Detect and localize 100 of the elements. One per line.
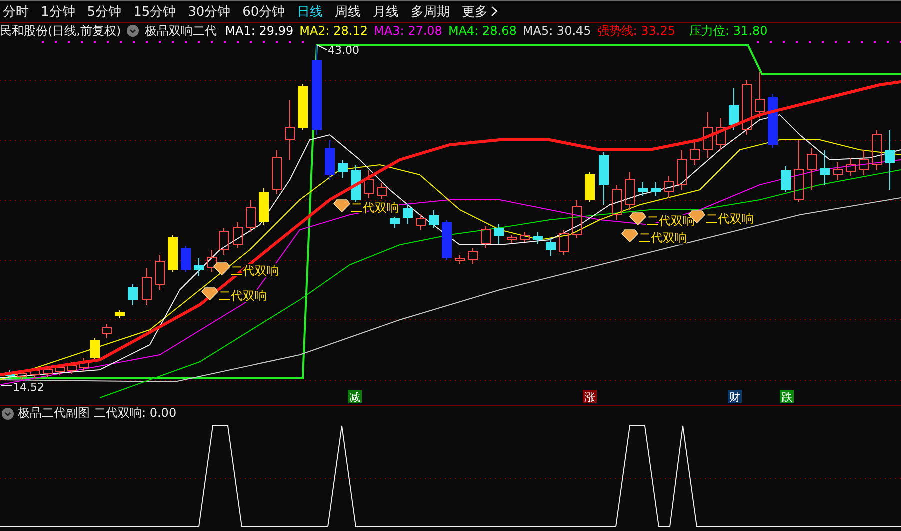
candlestick — [572, 200, 582, 238]
candlestick — [664, 176, 674, 198]
candlestick — [55, 364, 65, 376]
candlestick — [233, 222, 243, 248]
candlestick — [846, 158, 856, 176]
candlestick — [703, 112, 713, 158]
candlestick — [651, 182, 661, 196]
candlestick — [638, 182, 648, 196]
price-label: 14.52 — [0, 381, 44, 394]
price-label: 43.00 — [316, 44, 360, 57]
candlestick — [272, 150, 282, 194]
signal-label: 二代双响 — [706, 212, 754, 226]
dropdown-icon[interactable] — [127, 25, 140, 37]
more-button[interactable]: 更多 — [461, 2, 500, 20]
candlestick — [246, 200, 256, 232]
candlestick — [325, 140, 335, 180]
candlestick — [455, 254, 465, 264]
indicator-value: 强势线: 33.25 — [597, 22, 676, 40]
candlestick — [5, 370, 15, 380]
candlestick — [298, 84, 308, 130]
indicator-value: 压力位: 31.80 — [690, 22, 768, 40]
candlestick — [742, 80, 752, 136]
period-tab[interactable]: 5分钟 — [86, 2, 123, 20]
candlestick — [559, 230, 569, 256]
candlestick — [885, 130, 895, 190]
chart-title: 民和股份(日线,前复权) — [0, 22, 122, 40]
period-tab[interactable]: 月线 — [372, 2, 400, 20]
indicator-value: MA3: 27.08 — [374, 24, 442, 38]
candlestick — [219, 228, 229, 256]
candlestick — [403, 204, 413, 224]
candlestick — [690, 140, 700, 166]
period-tab[interactable]: 分时 — [2, 2, 30, 20]
diamond-icon — [629, 212, 647, 226]
period-tab[interactable]: 30分钟 — [187, 2, 232, 20]
candlestick — [377, 182, 387, 200]
candlestick — [807, 148, 817, 190]
candlestick — [716, 118, 726, 150]
candlestick — [677, 150, 687, 190]
candlestick — [872, 130, 882, 170]
indicator-value: MA4: 28.68 — [448, 24, 517, 38]
candlestick — [429, 210, 439, 228]
event-marker[interactable]: 涨 — [583, 390, 597, 404]
indicator-value: MA5: 30.45 — [522, 24, 592, 38]
period-tab[interactable]: 1分钟 — [40, 2, 76, 20]
candlestick — [546, 238, 556, 256]
candlestick — [520, 232, 530, 242]
candlestick — [755, 72, 765, 118]
diamond-icon — [621, 230, 639, 243]
candlestick — [17, 370, 27, 380]
subchart-title: 极品二代副图 — [18, 405, 90, 422]
candlestick — [729, 88, 739, 130]
candlestick — [859, 150, 869, 176]
candlestick — [102, 324, 112, 338]
candlestick — [364, 170, 374, 198]
candlestick — [533, 232, 543, 244]
candlestick — [181, 246, 191, 272]
period-tab[interactable]: 周线 — [334, 2, 362, 20]
candlestick — [468, 248, 478, 264]
candlestick — [285, 100, 295, 160]
diamond-icon — [201, 288, 219, 301]
diamond-icon — [333, 200, 351, 213]
candlestick — [338, 160, 348, 178]
period-tab[interactable]: 多周期 — [410, 2, 452, 20]
event-marker[interactable]: 财 — [728, 390, 742, 404]
candlestick — [625, 172, 635, 210]
candlestick — [494, 224, 504, 244]
indicator-value: MA1: 29.99 — [225, 24, 294, 38]
candlestick — [768, 94, 778, 148]
indicator-name: 极品双响二代 — [145, 22, 218, 40]
candlestick — [833, 162, 843, 180]
candlestick — [416, 214, 426, 230]
candlestick — [142, 268, 152, 306]
candlestick — [207, 250, 217, 272]
candlestick — [194, 258, 204, 276]
chevron-icon — [491, 6, 498, 17]
diamond-icon — [213, 262, 231, 276]
indicator-value: MA2: 28.12 — [300, 24, 368, 38]
event-marker[interactable]: 减 — [348, 390, 362, 404]
candlestick — [30, 368, 40, 378]
candlestick — [168, 234, 178, 272]
period-tab[interactable]: 日线 — [296, 2, 324, 20]
indicator-value: 二代双响: 0.00 — [94, 405, 177, 422]
dropdown-icon[interactable] — [2, 408, 14, 420]
candlestick — [259, 188, 269, 226]
candlestick — [820, 150, 830, 186]
candlestick — [115, 310, 125, 318]
candlestick — [128, 284, 138, 306]
candlestick — [481, 226, 491, 248]
candlestick — [781, 166, 791, 192]
period-tab[interactable]: 15分钟 — [132, 2, 178, 20]
candlestick — [612, 184, 622, 220]
candlestick — [390, 216, 400, 228]
event-marker[interactable]: 跌 — [780, 390, 794, 404]
candlestick — [794, 140, 804, 202]
candlestick — [155, 254, 165, 290]
candlestick — [599, 152, 609, 206]
signal-label: 二代双响 — [639, 231, 687, 245]
candlestick — [442, 220, 452, 260]
candlestick — [585, 172, 595, 202]
period-tab[interactable]: 60分钟 — [242, 2, 286, 20]
